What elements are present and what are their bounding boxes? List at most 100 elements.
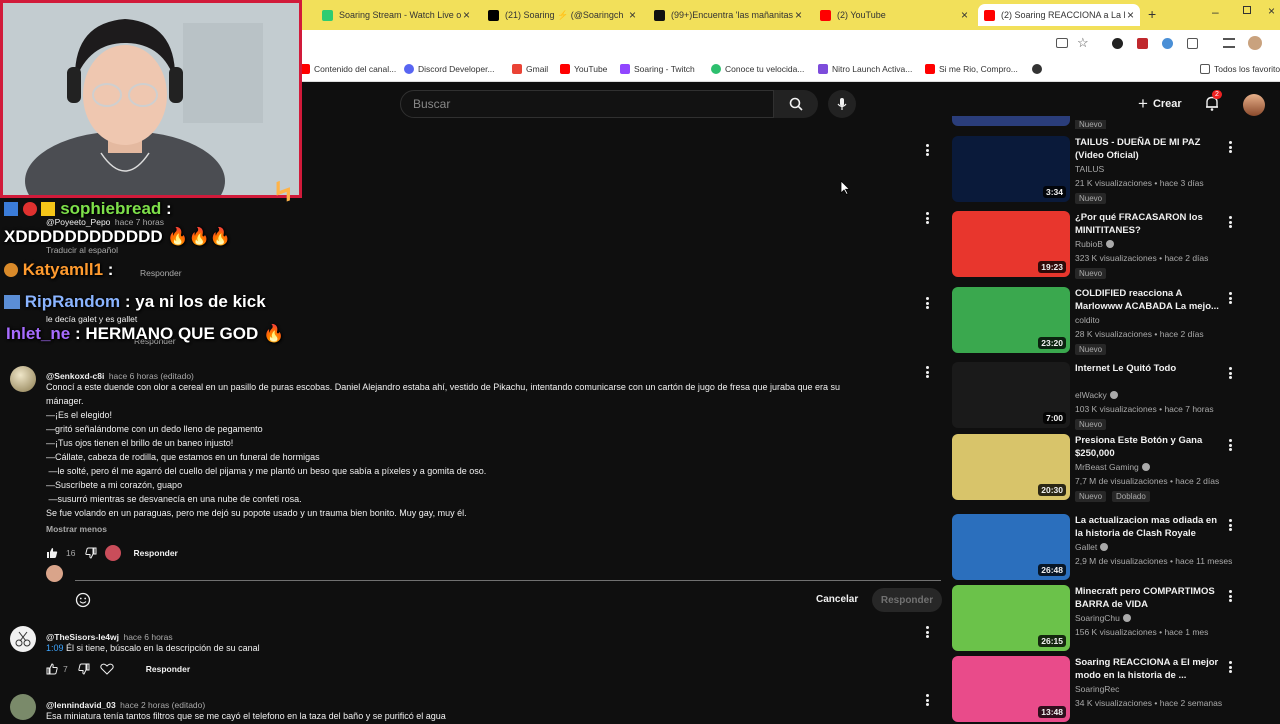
more-options-icon[interactable] bbox=[1224, 366, 1236, 380]
video-thumbnail[interactable]: 26:15 bbox=[952, 585, 1070, 651]
emoji-button[interactable] bbox=[75, 592, 91, 613]
video-thumbnail[interactable]: 19:23 bbox=[952, 211, 1070, 277]
reply-button[interactable]: Responder bbox=[133, 548, 177, 558]
more-options-icon[interactable] bbox=[1224, 518, 1236, 532]
bookmark-item[interactable]: Si me Rio, Compro... bbox=[925, 64, 1018, 74]
more-options-icon[interactable] bbox=[1224, 660, 1236, 674]
recommended-video[interactable]: 26:15 Minecraft pero COMPARTIMOS BARRA de… bbox=[952, 585, 1242, 653]
browser-tab[interactable]: (21) Soaring ⚡ (@Soaringch × bbox=[482, 4, 642, 26]
media-control-icon[interactable] bbox=[1223, 38, 1235, 48]
recommended-video[interactable]: 20:30 Presiona Este Botón y Gana $250,000… bbox=[952, 434, 1242, 502]
channel-name[interactable]: MrBeast Gaming bbox=[1075, 462, 1150, 472]
search-input[interactable]: Buscar bbox=[400, 90, 774, 118]
more-options-icon[interactable] bbox=[1224, 438, 1236, 452]
tab-close-icon[interactable]: × bbox=[1127, 8, 1134, 22]
recommended-video[interactable]: 13:48 Soaring REACCIONA a El mejor modo e… bbox=[952, 656, 1242, 724]
show-less-link[interactable]: Mostrar menos bbox=[46, 524, 107, 534]
extension-icon[interactable] bbox=[1137, 38, 1148, 49]
video-title[interactable]: Minecraft pero COMPARTIMOS BARRA de VIDA bbox=[1075, 585, 1225, 611]
channel-name[interactable]: SoaringRec bbox=[1075, 684, 1119, 694]
globe-icon[interactable] bbox=[1032, 64, 1046, 74]
like-icon[interactable] bbox=[46, 547, 58, 559]
tab-close-icon[interactable]: × bbox=[961, 8, 968, 22]
bookmark-item[interactable]: Nitro Launch Activa... bbox=[818, 64, 912, 74]
recommended-video[interactable]: 23:20 COLDIFIED reacciona A Marlowww ACAB… bbox=[952, 287, 1242, 355]
reply-button[interactable]: Responder bbox=[146, 664, 190, 674]
bookmark-star-icon[interactable]: ☆ bbox=[1077, 35, 1089, 51]
more-options-icon[interactable] bbox=[1224, 140, 1236, 154]
video-thumbnail[interactable]: 7:00 bbox=[952, 362, 1070, 428]
more-options-icon[interactable] bbox=[921, 143, 933, 157]
voice-search-button[interactable] bbox=[828, 90, 856, 118]
more-options-icon[interactable] bbox=[921, 693, 933, 707]
all-bookmarks-folder[interactable]: Todos los favoritos bbox=[1200, 64, 1280, 74]
commenter-avatar[interactable] bbox=[10, 694, 36, 720]
video-thumbnail[interactable] bbox=[952, 116, 1070, 126]
bookmark-item[interactable]: Gmail bbox=[512, 64, 548, 74]
video-thumbnail[interactable]: 13:48 bbox=[952, 656, 1070, 722]
more-options-icon[interactable] bbox=[921, 625, 933, 639]
video-title[interactable]: Presiona Este Botón y Gana $250,000 bbox=[1075, 434, 1225, 460]
extension-icon[interactable] bbox=[1162, 38, 1173, 49]
more-options-icon[interactable] bbox=[921, 296, 933, 310]
tab-close-icon[interactable]: × bbox=[795, 8, 802, 22]
extensions-puzzle-icon[interactable] bbox=[1187, 38, 1198, 49]
recommended-video[interactable]: 26:48 La actualizacion mas odiada en la h… bbox=[952, 514, 1242, 582]
video-thumbnail[interactable]: 3:34 bbox=[952, 136, 1070, 202]
close-window-icon[interactable]: × bbox=[1268, 4, 1275, 18]
channel-name[interactable]: SoaringChu bbox=[1075, 613, 1131, 623]
channel-name[interactable]: RubioB bbox=[1075, 239, 1114, 249]
heart-icon[interactable] bbox=[100, 663, 114, 675]
browser-tab-active[interactable]: (2) Soaring REACCIONA a La l × bbox=[978, 4, 1140, 26]
like-icon[interactable] bbox=[46, 663, 58, 675]
video-thumbnail[interactable]: 23:20 bbox=[952, 287, 1070, 353]
recommended-video[interactable]: 3:34 TAILUS - DUEÑA DE MI PAZ (Video Ofic… bbox=[952, 136, 1242, 204]
tab-close-icon[interactable]: × bbox=[629, 8, 636, 22]
timestamp-link[interactable]: 1:09 bbox=[46, 643, 64, 653]
create-button[interactable]: + Crear bbox=[1138, 94, 1182, 114]
notifications-button[interactable]: 2 bbox=[1203, 90, 1222, 117]
more-options-icon[interactable] bbox=[1224, 215, 1236, 229]
more-options-icon[interactable] bbox=[921, 365, 933, 379]
commenter-avatar[interactable] bbox=[10, 366, 36, 392]
browser-tab[interactable]: (2) YouTube × bbox=[814, 4, 974, 26]
video-title[interactable]: TAILUS - DUEÑA DE MI PAZ (Video Oficial) bbox=[1075, 136, 1225, 162]
more-options-icon[interactable] bbox=[1224, 589, 1236, 603]
bookmark-item[interactable]: Conoce tu velocida... bbox=[711, 64, 804, 74]
video-thumbnail[interactable]: 26:48 bbox=[952, 514, 1070, 580]
bookmark-item[interactable]: Contenido del canal... bbox=[300, 64, 396, 74]
reply-link[interactable]: Responder bbox=[140, 268, 182, 278]
video-thumbnail[interactable]: 20:30 bbox=[952, 434, 1070, 500]
channel-name[interactable]: elWacky bbox=[1075, 390, 1118, 400]
channel-name[interactable]: coldito bbox=[1075, 315, 1100, 325]
search-button[interactable] bbox=[774, 90, 818, 118]
install-app-icon[interactable] bbox=[1056, 38, 1068, 48]
recommended-video[interactable]: 7:00 Internet Le Quitó Todo elWacky 103 K v… bbox=[952, 362, 1242, 430]
video-title[interactable]: COLDIFIED reacciona A Marlowww ACABADA L… bbox=[1075, 287, 1225, 313]
browser-tab[interactable]: Soaring Stream - Watch Live o × bbox=[316, 4, 476, 26]
channel-name[interactable]: TAILUS bbox=[1075, 164, 1104, 174]
minimize-icon[interactable]: – bbox=[1212, 5, 1219, 19]
maximize-icon[interactable] bbox=[1243, 6, 1251, 14]
video-title[interactable]: Internet Le Quitó Todo bbox=[1075, 362, 1225, 375]
new-tab-icon[interactable]: + bbox=[1148, 6, 1156, 22]
bookmark-item[interactable]: Soaring - Twitch bbox=[620, 64, 695, 74]
dislike-icon[interactable] bbox=[85, 547, 97, 559]
bookmark-item[interactable]: Discord Developer... bbox=[404, 64, 495, 74]
reply-submit-button[interactable]: Responder bbox=[872, 588, 942, 612]
browser-tab[interactable]: (99+)Encuentra 'las mañanitas × bbox=[648, 4, 808, 26]
reply-input-underline[interactable] bbox=[75, 580, 941, 581]
video-title[interactable]: ¿Por qué FRACASARON los MINITITANES? bbox=[1075, 211, 1225, 237]
more-options-icon[interactable] bbox=[1224, 291, 1236, 305]
video-title[interactable]: La actualizacion mas odiada en la histor… bbox=[1075, 514, 1225, 540]
commenter-avatar[interactable] bbox=[10, 626, 36, 652]
more-options-icon[interactable] bbox=[921, 211, 933, 225]
extension-icon[interactable] bbox=[1112, 38, 1123, 49]
account-avatar[interactable] bbox=[1243, 94, 1265, 116]
dislike-icon[interactable] bbox=[78, 663, 90, 675]
tab-close-icon[interactable]: × bbox=[463, 8, 470, 22]
profile-avatar-icon[interactable] bbox=[1248, 36, 1262, 50]
cancel-button[interactable]: Cancelar bbox=[816, 594, 858, 605]
video-title[interactable]: Soaring REACCIONA a El mejor modo en la … bbox=[1075, 656, 1225, 682]
channel-name[interactable]: Gallet bbox=[1075, 542, 1109, 552]
